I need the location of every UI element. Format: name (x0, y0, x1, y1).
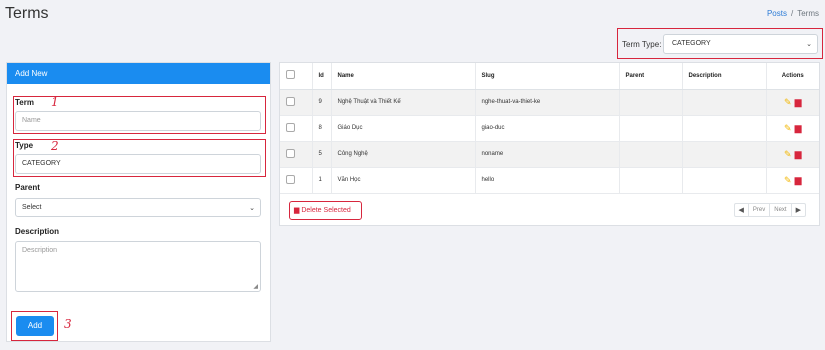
row-slug: hello (475, 167, 620, 194)
row-slug: nghe-thuat-va-thiet-ke (475, 89, 620, 116)
row-id: 1 (312, 167, 332, 194)
term-label: Term (15, 98, 34, 107)
chevron-down-icon: ⌄ (806, 41, 812, 48)
col-actions: Actions (766, 63, 819, 90)
term-type-selected: CATEGORY (672, 40, 711, 47)
row-slug: noname (475, 141, 620, 168)
term-type-filter: Term Type: CATEGORY ⌄ (617, 28, 823, 59)
pencil-icon[interactable]: ✎ (784, 97, 792, 107)
delete-selected-button[interactable]: ▆ Delete Selected (289, 201, 362, 220)
breadcrumb: Posts / Terms (767, 9, 819, 18)
trash-icon[interactable]: ▆ (795, 123, 802, 133)
next-button[interactable]: Next (770, 204, 792, 216)
breadcrumb-current: Terms (797, 9, 819, 18)
row-description (682, 167, 767, 194)
row-parent (619, 141, 683, 168)
row-id: 5 (312, 141, 332, 168)
trash-icon: ▆ (294, 207, 300, 214)
annotation-3: 3 (64, 317, 72, 331)
row-parent (619, 115, 683, 142)
row-id: 9 (312, 89, 332, 116)
description-textarea[interactable]: Description ◢ (15, 241, 261, 292)
pagination: ◀ Prev Next ▶ (733, 203, 806, 217)
chevron-right-icon[interactable]: ▶ (792, 204, 805, 216)
col-description: Description (682, 63, 767, 90)
row-parent (619, 167, 683, 194)
row-checkbox[interactable] (286, 96, 295, 106)
annotation-1: 1 (51, 95, 59, 109)
description-placeholder: Description (22, 247, 58, 254)
row-name: Công Nghệ (331, 141, 476, 168)
parent-label: Parent (15, 183, 40, 192)
parent-selected: Select (22, 204, 42, 211)
table-row: 9 Nghệ Thuật và Thiết Kế nghe-thuat-va-t… (280, 89, 819, 116)
row-description (682, 89, 767, 116)
row-name: Giáo Dục (331, 115, 476, 142)
annotation-2: 2 (51, 139, 59, 153)
pencil-icon[interactable]: ✎ (784, 149, 792, 159)
add-button[interactable]: Add (16, 316, 54, 336)
row-id: 8 (312, 115, 332, 142)
trash-icon[interactable]: ▆ (795, 97, 802, 107)
row-slug: giao-duc (475, 115, 620, 142)
pencil-icon[interactable]: ✎ (784, 123, 792, 133)
chevron-down-icon: ⌄ (249, 205, 255, 212)
add-new-card: Add New Term Name 1 Type CATEGORY 2 Pare… (6, 62, 271, 342)
trash-icon[interactable]: ▆ (795, 175, 802, 185)
row-description (682, 141, 767, 168)
parent-select[interactable]: Select ⌄ (15, 198, 261, 217)
row-checkbox[interactable] (286, 174, 295, 184)
add-new-header: Add New (7, 63, 270, 84)
chevron-left-icon[interactable]: ◀ (735, 204, 749, 216)
row-name: Văn Học (331, 167, 476, 194)
terms-table: Id Name Slug Parent Description Actions … (280, 63, 819, 194)
terms-table-card: Id Name Slug Parent Description Actions … (279, 62, 820, 226)
row-checkbox[interactable] (286, 122, 295, 132)
table-row: 1 Văn Học hello ✎ ▆ (280, 167, 819, 194)
term-name-input[interactable]: Name (15, 111, 261, 131)
resize-handle-icon[interactable]: ◢ (253, 283, 258, 290)
col-parent: Parent (619, 63, 683, 90)
row-parent (619, 89, 683, 116)
type-label: Type (15, 141, 34, 150)
prev-button[interactable]: Prev (749, 204, 771, 216)
type-input[interactable]: CATEGORY (15, 154, 261, 174)
select-all-checkbox[interactable] (286, 70, 295, 80)
delete-selected-label: Delete Selected (301, 207, 351, 214)
col-slug: Slug (475, 63, 620, 90)
row-name: Nghệ Thuật và Thiết Kế (331, 89, 476, 116)
description-label: Description (15, 227, 60, 236)
table-row: 8 Giáo Dục giao-duc ✎ ▆ (280, 115, 819, 142)
term-type-select[interactable]: CATEGORY ⌄ (663, 34, 818, 54)
col-id: Id (312, 63, 332, 90)
table-row: 5 Công Nghệ noname ✎ ▆ (280, 141, 819, 168)
page-title: Terms (5, 5, 49, 22)
trash-icon[interactable]: ▆ (795, 149, 802, 159)
row-description (682, 115, 767, 142)
row-checkbox[interactable] (286, 148, 295, 158)
term-type-label: Term Type: (622, 40, 662, 49)
pencil-icon[interactable]: ✎ (784, 175, 792, 185)
breadcrumb-separator: / (790, 9, 794, 18)
breadcrumb-posts-link[interactable]: Posts (767, 9, 787, 18)
table-header-row: Id Name Slug Parent Description Actions (280, 63, 819, 90)
col-name: Name (331, 63, 476, 90)
